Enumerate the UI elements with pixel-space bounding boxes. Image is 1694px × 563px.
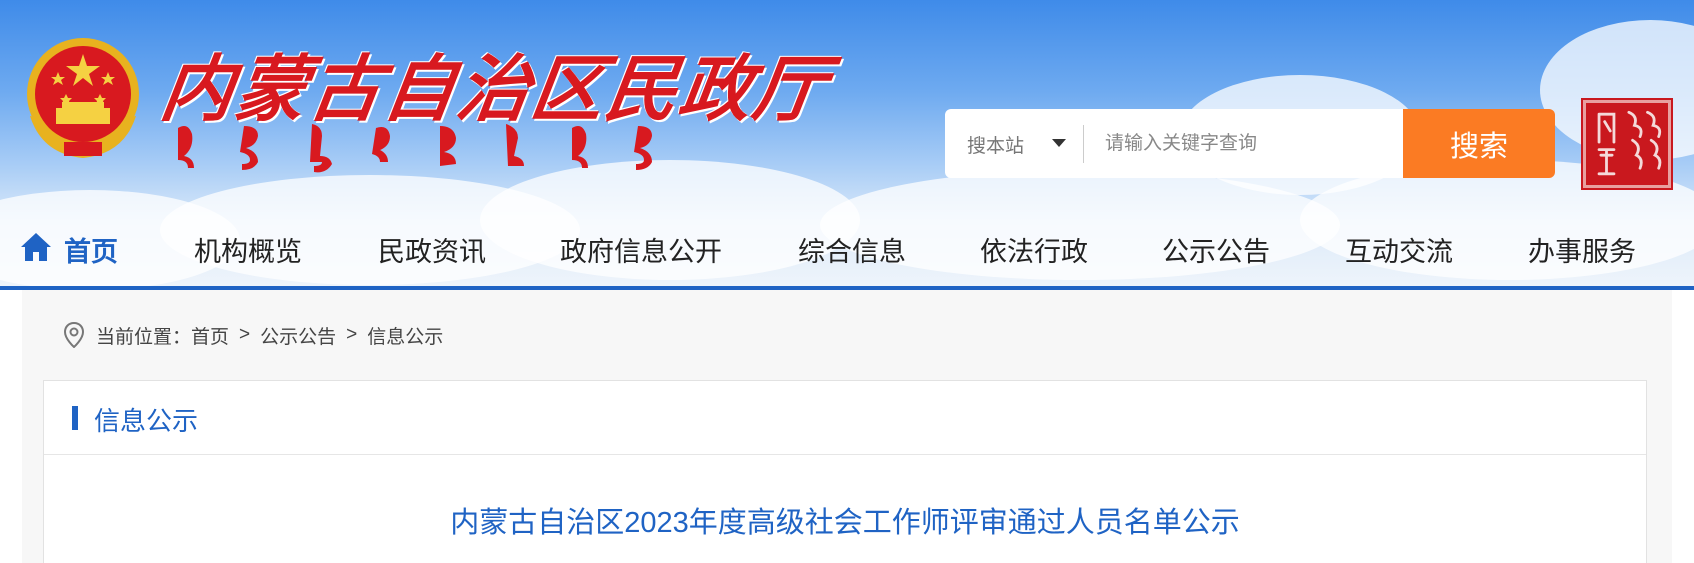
breadcrumb: 当前位置： 首页 > 公示公告 > 信息公示	[64, 320, 443, 350]
breadcrumb-separator: >	[239, 324, 251, 345]
nav-item-home[interactable]: 首页	[64, 230, 118, 270]
breadcrumb-link-info-disclosure[interactable]: 信息公示	[367, 322, 443, 349]
panel-title: 信息公示	[94, 406, 199, 436]
search-box: 搜本站	[945, 109, 1405, 178]
search-input[interactable]	[1105, 123, 1395, 165]
breadcrumb-separator: >	[346, 324, 358, 345]
nav-item-general-info[interactable]: 综合信息	[798, 230, 906, 270]
nav-item-services[interactable]: 办事服务	[1528, 230, 1636, 270]
search-scope-select[interactable]: 搜本站	[967, 131, 1024, 158]
nav-item-law-admin[interactable]: 依法行政	[980, 230, 1088, 270]
nav-item-org-overview[interactable]: 机构概览	[194, 230, 302, 270]
breadcrumb-link-announcements[interactable]: 公示公告	[260, 322, 336, 349]
nav-item-civil-news[interactable]: 民政资讯	[378, 230, 486, 270]
seal-logo-icon[interactable]	[1581, 98, 1673, 190]
chevron-down-icon[interactable]	[1052, 139, 1066, 147]
nav-item-gov-info-disclosure[interactable]: 政府信息公开	[560, 230, 722, 270]
national-emblem-icon	[27, 38, 139, 158]
search-divider	[1083, 125, 1084, 163]
main-nav: 首页 机构概览 民政资讯 政府信息公开 综合信息 依法行政 公示公告 互动交流 …	[0, 216, 1694, 286]
nav-item-interaction[interactable]: 互动交流	[1345, 230, 1453, 270]
panel-header: 信息公示	[44, 381, 1646, 455]
breadcrumb-link-home[interactable]: 首页	[191, 322, 229, 349]
panel-accent-bar	[72, 406, 78, 430]
location-pin-icon	[64, 322, 84, 348]
mongolian-script-logo	[178, 124, 652, 173]
article-title: 内蒙古自治区2023年度高级社会工作师评审通过人员名单公示	[450, 507, 1240, 539]
search-button[interactable]: 搜索	[1403, 109, 1555, 178]
nav-item-announcements[interactable]: 公示公告	[1162, 230, 1270, 270]
breadcrumb-prefix: 当前位置：	[96, 326, 192, 348]
site-title: 内蒙古自治区民政厅	[155, 46, 834, 131]
home-icon[interactable]	[20, 232, 52, 262]
article-panel: 信息公示 内蒙古自治区2023年度高级社会工作师评审通过人员名单公示	[43, 380, 1647, 563]
content-area: 当前位置： 首页 > 公示公告 > 信息公示 信息公示 内蒙古自治区2023年度…	[22, 290, 1672, 563]
